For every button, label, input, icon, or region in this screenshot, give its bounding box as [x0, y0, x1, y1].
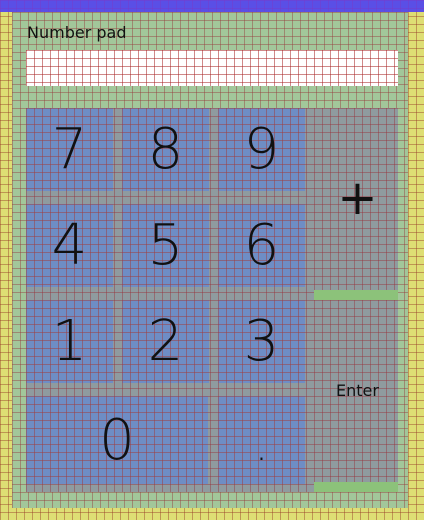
enter-key-accent-bar: [314, 482, 398, 492]
key-5-label: 5: [147, 213, 184, 278]
key-2[interactable]: 2: [122, 300, 209, 383]
key-7-label: 7: [51, 117, 88, 182]
key-enter-label: Enter: [336, 380, 379, 400]
key-3[interactable]: 3: [218, 300, 305, 383]
key-plus[interactable]: +: [314, 108, 401, 288]
key-8-label: 8: [147, 117, 184, 182]
key-decimal[interactable]: .: [218, 396, 305, 484]
key-6-label: 6: [243, 213, 280, 278]
keypad: 7 8 9 4 5 6 1 2 3 0 . + Enter: [26, 108, 398, 492]
key-enter[interactable]: Enter: [314, 300, 401, 480]
key-5[interactable]: 5: [122, 204, 209, 287]
plus-key-accent-bar: [314, 290, 398, 300]
key-9[interactable]: 9: [218, 108, 305, 191]
key-9-label: 9: [243, 117, 280, 182]
key-1-label: 1: [51, 309, 88, 374]
key-2-label: 2: [147, 309, 184, 374]
key-3-label: 3: [243, 309, 280, 374]
key-decimal-label: .: [255, 424, 268, 470]
window-title-bar: [0, 0, 424, 12]
key-plus-label: +: [337, 170, 378, 226]
key-4-label: 4: [51, 213, 88, 278]
number-display-input[interactable]: [26, 50, 398, 86]
key-4[interactable]: 4: [26, 204, 113, 287]
key-7[interactable]: 7: [26, 108, 113, 191]
key-8[interactable]: 8: [122, 108, 209, 191]
key-0[interactable]: 0: [26, 396, 208, 484]
key-6[interactable]: 6: [218, 204, 305, 287]
key-0-label: 0: [99, 407, 135, 473]
panel-title: Number pad: [27, 23, 127, 42]
key-1[interactable]: 1: [26, 300, 113, 383]
